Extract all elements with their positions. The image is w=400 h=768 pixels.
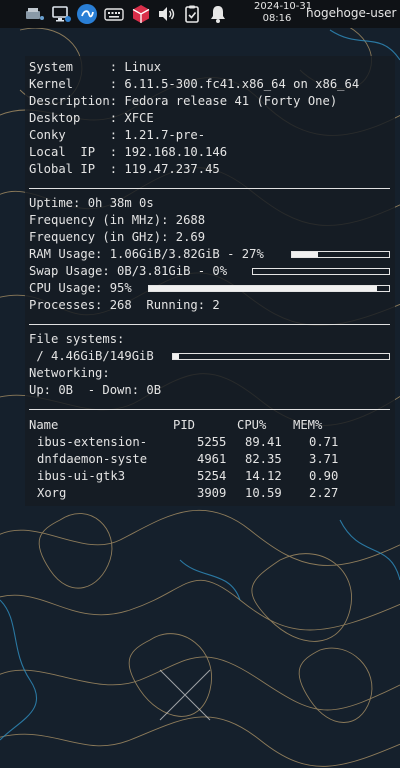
process-pid: 5254 bbox=[197, 469, 227, 483]
process-pid: 3909 bbox=[197, 486, 227, 500]
desktop-line: Desktop : XFCE bbox=[29, 111, 154, 125]
process-cpu: 82.35 bbox=[245, 452, 282, 466]
top-panel: 2024-10-31 08:16 hogehoge-user bbox=[0, 0, 400, 28]
monitor-display-icon[interactable] bbox=[50, 3, 72, 25]
network-speed-line: Up: 0B - Down: 0B bbox=[29, 383, 162, 397]
networking-heading: Networking: bbox=[29, 366, 110, 380]
global-ip-line: Global IP : 119.47.237.45 bbox=[29, 162, 220, 176]
ram-usage-bar bbox=[291, 251, 390, 258]
uptime-line: Uptime: 0h 38m 0s bbox=[29, 196, 154, 210]
processes-line: Processes: 268 Running: 2 bbox=[29, 298, 220, 312]
clock-time: 08:16 bbox=[262, 13, 292, 24]
cpu-usage-label: CPU Usage: 95% bbox=[29, 281, 132, 295]
kernel-line: Kernel : 6.11.5-300.fc41.x86_64 on x86_6… bbox=[29, 77, 360, 91]
process-name: ibus-extension- bbox=[37, 435, 148, 449]
process-name: ibus-ui-gtk3 bbox=[37, 469, 126, 483]
table-header-name: Name bbox=[29, 418, 59, 432]
system-line: System : Linux bbox=[29, 60, 162, 74]
swap-usage-label: Swap Usage: 0B/3.81GiB - 0% bbox=[29, 264, 228, 278]
package-box-icon[interactable] bbox=[130, 3, 152, 25]
process-mem: 3.71 bbox=[309, 452, 339, 466]
swap-usage-bar bbox=[252, 268, 390, 275]
process-cpu: 14.12 bbox=[245, 469, 282, 483]
frequency-mhz-line: Frequency (in MHz): 2688 bbox=[29, 213, 206, 227]
table-header-mem: MEM% bbox=[293, 418, 323, 432]
frequency-ghz-line: Frequency (in GHz): 2.69 bbox=[29, 230, 206, 244]
table-header-pid: PID bbox=[173, 418, 196, 432]
conky-version-line: Conky : 1.21.7-pre- bbox=[29, 128, 206, 142]
process-pid: 4961 bbox=[197, 452, 227, 466]
cpu-usage-bar bbox=[148, 285, 390, 292]
process-cpu: 89.41 bbox=[245, 435, 282, 449]
process-name: Xorg bbox=[37, 486, 67, 500]
process-cpu: 10.59 bbox=[245, 486, 282, 500]
notification-bell-icon[interactable] bbox=[207, 3, 229, 25]
local-ip-line: Local IP : 192.168.10.146 bbox=[29, 145, 228, 159]
divider bbox=[29, 188, 390, 189]
file-systems-heading: File systems: bbox=[29, 332, 125, 346]
user-menu[interactable]: hogehoge-user bbox=[306, 6, 396, 20]
clock-date: 2024-10-31 bbox=[254, 1, 313, 12]
conky-monitor-panel: System : Linux Kernel : 6.11.5-300.fc41.… bbox=[25, 56, 395, 506]
root-fs-label: / 4.46GiB/149GiB bbox=[29, 349, 154, 363]
clipboard-icon[interactable] bbox=[181, 3, 203, 25]
description-line: Description: Fedora release 41 (Forty On… bbox=[29, 94, 338, 108]
process-name: dnfdaemon-syste bbox=[37, 452, 148, 466]
table-header-cpu: CPU% bbox=[237, 418, 267, 432]
process-mem: 2.27 bbox=[309, 486, 339, 500]
divider bbox=[29, 324, 390, 325]
divider bbox=[29, 409, 390, 410]
volume-icon[interactable] bbox=[155, 3, 177, 25]
ram-usage-label: RAM Usage: 1.06GiB/3.82GiB - 27% bbox=[29, 247, 264, 261]
process-mem: 0.90 bbox=[309, 469, 339, 483]
input-method-icon[interactable] bbox=[76, 3, 98, 25]
root-fs-bar bbox=[172, 353, 390, 360]
panel-clock[interactable]: 2024-10-31 08:16 bbox=[254, 1, 313, 25]
network-workgroup-icon[interactable] bbox=[24, 3, 46, 25]
process-pid: 5255 bbox=[197, 435, 227, 449]
keyboard-icon[interactable] bbox=[103, 3, 125, 25]
process-mem: 0.71 bbox=[309, 435, 339, 449]
